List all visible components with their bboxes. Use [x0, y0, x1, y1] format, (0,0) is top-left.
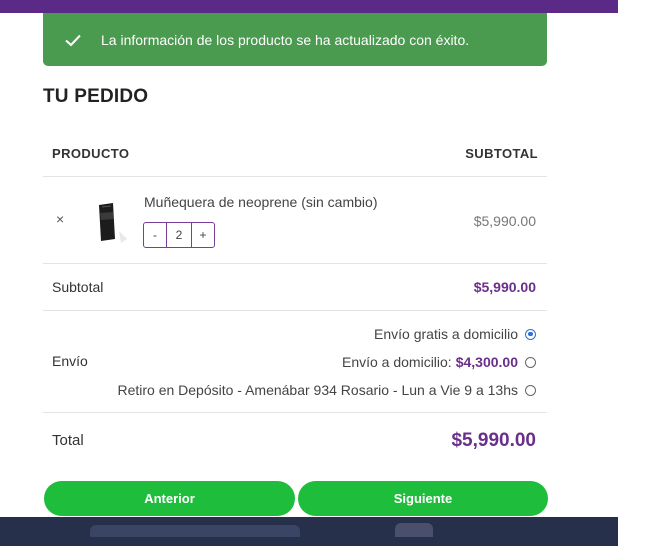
quantity-decrease-button[interactable]: - [144, 223, 167, 247]
check-icon [65, 34, 81, 46]
cart-item: × Muñequera de neoprene (sin cambio) - 2… [43, 177, 547, 264]
shipping-option-label: Envío gratis a domicilio [374, 326, 518, 342]
remove-item-button[interactable]: × [56, 211, 64, 227]
previous-button[interactable]: Anterior [44, 481, 295, 516]
order-table: PRODUCTO SUBTOTAL × Muñequera de neopren… [43, 130, 547, 468]
shipping-option-label: Envío a domicilio: [341, 354, 452, 370]
quantity-stepper: - 2 + [143, 222, 215, 248]
shipping-option-amount: $4,300.00 [455, 354, 518, 370]
quantity-input[interactable]: 2 [167, 223, 191, 247]
next-button[interactable]: Siguiente [298, 481, 548, 516]
column-product: PRODUCTO [52, 145, 130, 161]
shipping-option-free[interactable]: Envío gratis a domicilio [374, 326, 536, 342]
radio-icon[interactable] [525, 384, 536, 396]
column-subtotal: SUBTOTAL [465, 145, 538, 161]
top-bar [0, 0, 618, 13]
subtotal-row: Subtotal $5,990.00 [43, 264, 547, 311]
taskbar-item[interactable] [395, 523, 433, 537]
shipping-option-label: Retiro en Depósito - Amenábar 934 Rosari… [117, 382, 518, 398]
shipping-option-home[interactable]: Envío a domicilio: $4,300.00 [342, 354, 536, 370]
shipping-label: Envío [52, 353, 88, 369]
subtotal-label: Subtotal [52, 279, 104, 295]
quantity-increase-button[interactable]: + [191, 223, 214, 247]
product-name[interactable]: Muñequera de neoprene (sin cambio) [144, 194, 377, 210]
total-row: Total $5,990.00 [43, 413, 547, 468]
taskbar [0, 517, 618, 546]
item-price: $5,990.00 [473, 213, 536, 229]
radio-selected-icon[interactable] [525, 328, 536, 340]
total-label: Total [52, 432, 84, 449]
success-notice: La información de los producto se ha act… [43, 13, 547, 66]
product-thumbnail [99, 203, 127, 243]
shipping-option-pickup[interactable]: Retiro en Depósito - Amenábar 934 Rosari… [117, 382, 536, 398]
radio-icon[interactable] [525, 356, 536, 368]
order-heading: TU PEDIDO [43, 86, 149, 107]
table-header: PRODUCTO SUBTOTAL [43, 130, 547, 177]
notice-message: La información de los producto se ha act… [101, 31, 470, 48]
total-amount: $5,990.00 [451, 429, 536, 451]
subtotal-amount: $5,990.00 [473, 279, 536, 295]
shipping-row: Envío Envío gratis a domicilio Envío a d… [43, 311, 547, 413]
taskbar-item[interactable] [90, 525, 300, 537]
